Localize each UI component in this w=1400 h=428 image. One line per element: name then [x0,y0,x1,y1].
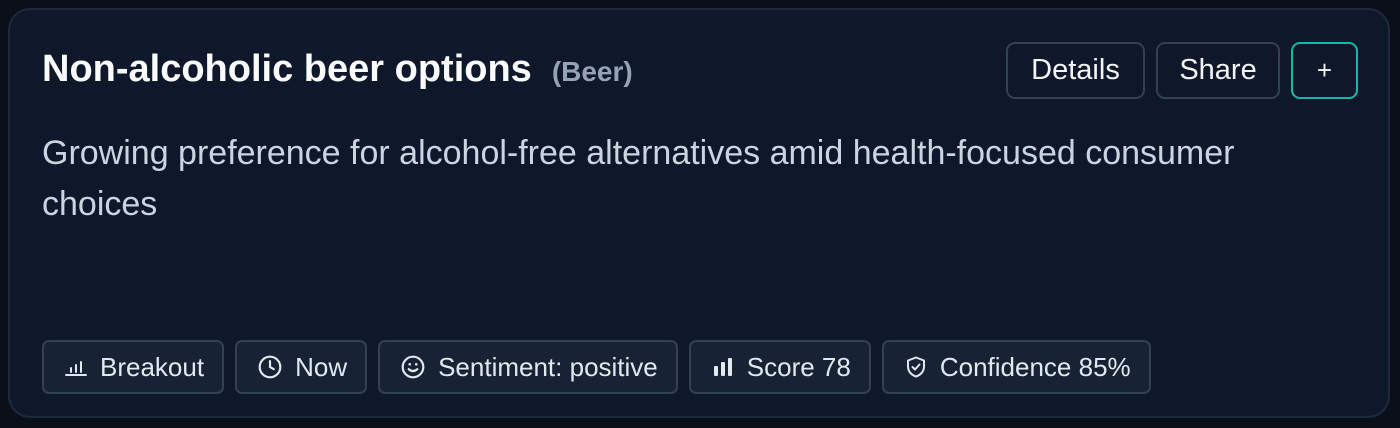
card-description: Growing preference for alcohol-free alte… [42,134,1235,223]
card-header: Non-alcoholic beer options (Beer) [42,48,633,91]
chip-label: Breakout [100,351,205,382]
bar-chart-icon [65,361,87,376]
chip-label: Sentiment: positive [438,351,658,382]
trend-card: Non-alcoholic beer options (Beer) Detail… [8,8,1390,418]
chip-confidence: Confidence 85% [881,340,1151,394]
chip-label: Confidence 85% [939,351,1131,382]
shield-check-icon [906,356,925,378]
signal-bars-icon [713,358,732,376]
chip-time: Now [235,340,368,394]
chip-label: Score 78 [746,351,851,382]
chip-row: Breakout Now Sentiment: positive Score 7… [42,340,1151,394]
smile-icon [401,355,425,379]
clock-icon [258,355,282,379]
chip-score: Score 78 [688,340,871,394]
chip-breakout: Breakout [42,340,225,394]
category-label: (Beer) [551,56,633,87]
card-title: Non-alcoholic beer options [42,48,532,90]
chip-label: Now [295,351,348,382]
add-button[interactable]: + [1291,42,1358,99]
card-actions: Details Share + [1006,42,1358,99]
share-button[interactable]: Share [1156,42,1280,99]
chip-sentiment: Sentiment: positive [378,340,678,394]
details-button[interactable]: Details [1006,42,1145,99]
